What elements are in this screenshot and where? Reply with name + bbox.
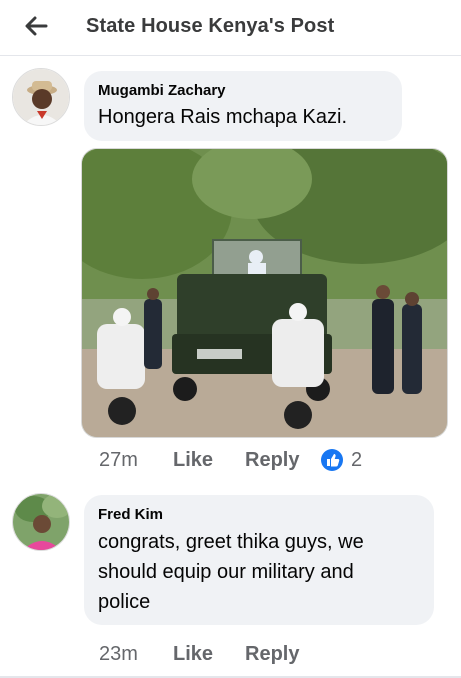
reply-button[interactable]: Reply <box>245 449 321 472</box>
comment-bubble: Mugambi Zachary Hongera Rais mchapa Kazi… <box>84 71 402 141</box>
comment-author[interactable]: Fred Kim <box>98 506 163 523</box>
like-button[interactable]: Like <box>173 643 245 666</box>
comment-text-line: congrats, greet thika guys, we <box>98 531 364 553</box>
comment-time[interactable]: 23m <box>99 643 173 666</box>
back-button[interactable] <box>22 12 50 40</box>
comment-text-line: police <box>98 591 151 613</box>
reaction-summary[interactable]: 2 <box>321 449 362 472</box>
comment-actions: 23m Like Reply <box>99 641 321 667</box>
reaction-count: 2 <box>351 448 363 471</box>
comment-text: congrats, greet thika guys, we should eq… <box>98 527 428 617</box>
comment-text: Hongera Rais mchapa Kazi. <box>98 106 348 128</box>
comment-photo[interactable] <box>81 148 448 438</box>
page-title: State House Kenya's Post <box>86 15 335 37</box>
comment-author[interactable]: Mugambi Zachary <box>98 82 226 99</box>
arrow-left-icon <box>25 16 48 36</box>
post-header: State House Kenya's Post <box>0 0 461 56</box>
avatar[interactable] <box>12 68 70 126</box>
comment-bubble: Fred Kim congrats, greet thika guys, we … <box>84 495 434 625</box>
comment-time[interactable]: 27m <box>99 449 173 472</box>
comment-actions: 27m Like Reply 2 <box>99 447 362 473</box>
comment-text-line: should equip our military and <box>98 561 354 583</box>
like-reaction-icon <box>321 449 343 471</box>
reply-button[interactable]: Reply <box>245 643 321 666</box>
like-button[interactable]: Like <box>173 449 245 472</box>
avatar[interactable] <box>12 493 70 551</box>
